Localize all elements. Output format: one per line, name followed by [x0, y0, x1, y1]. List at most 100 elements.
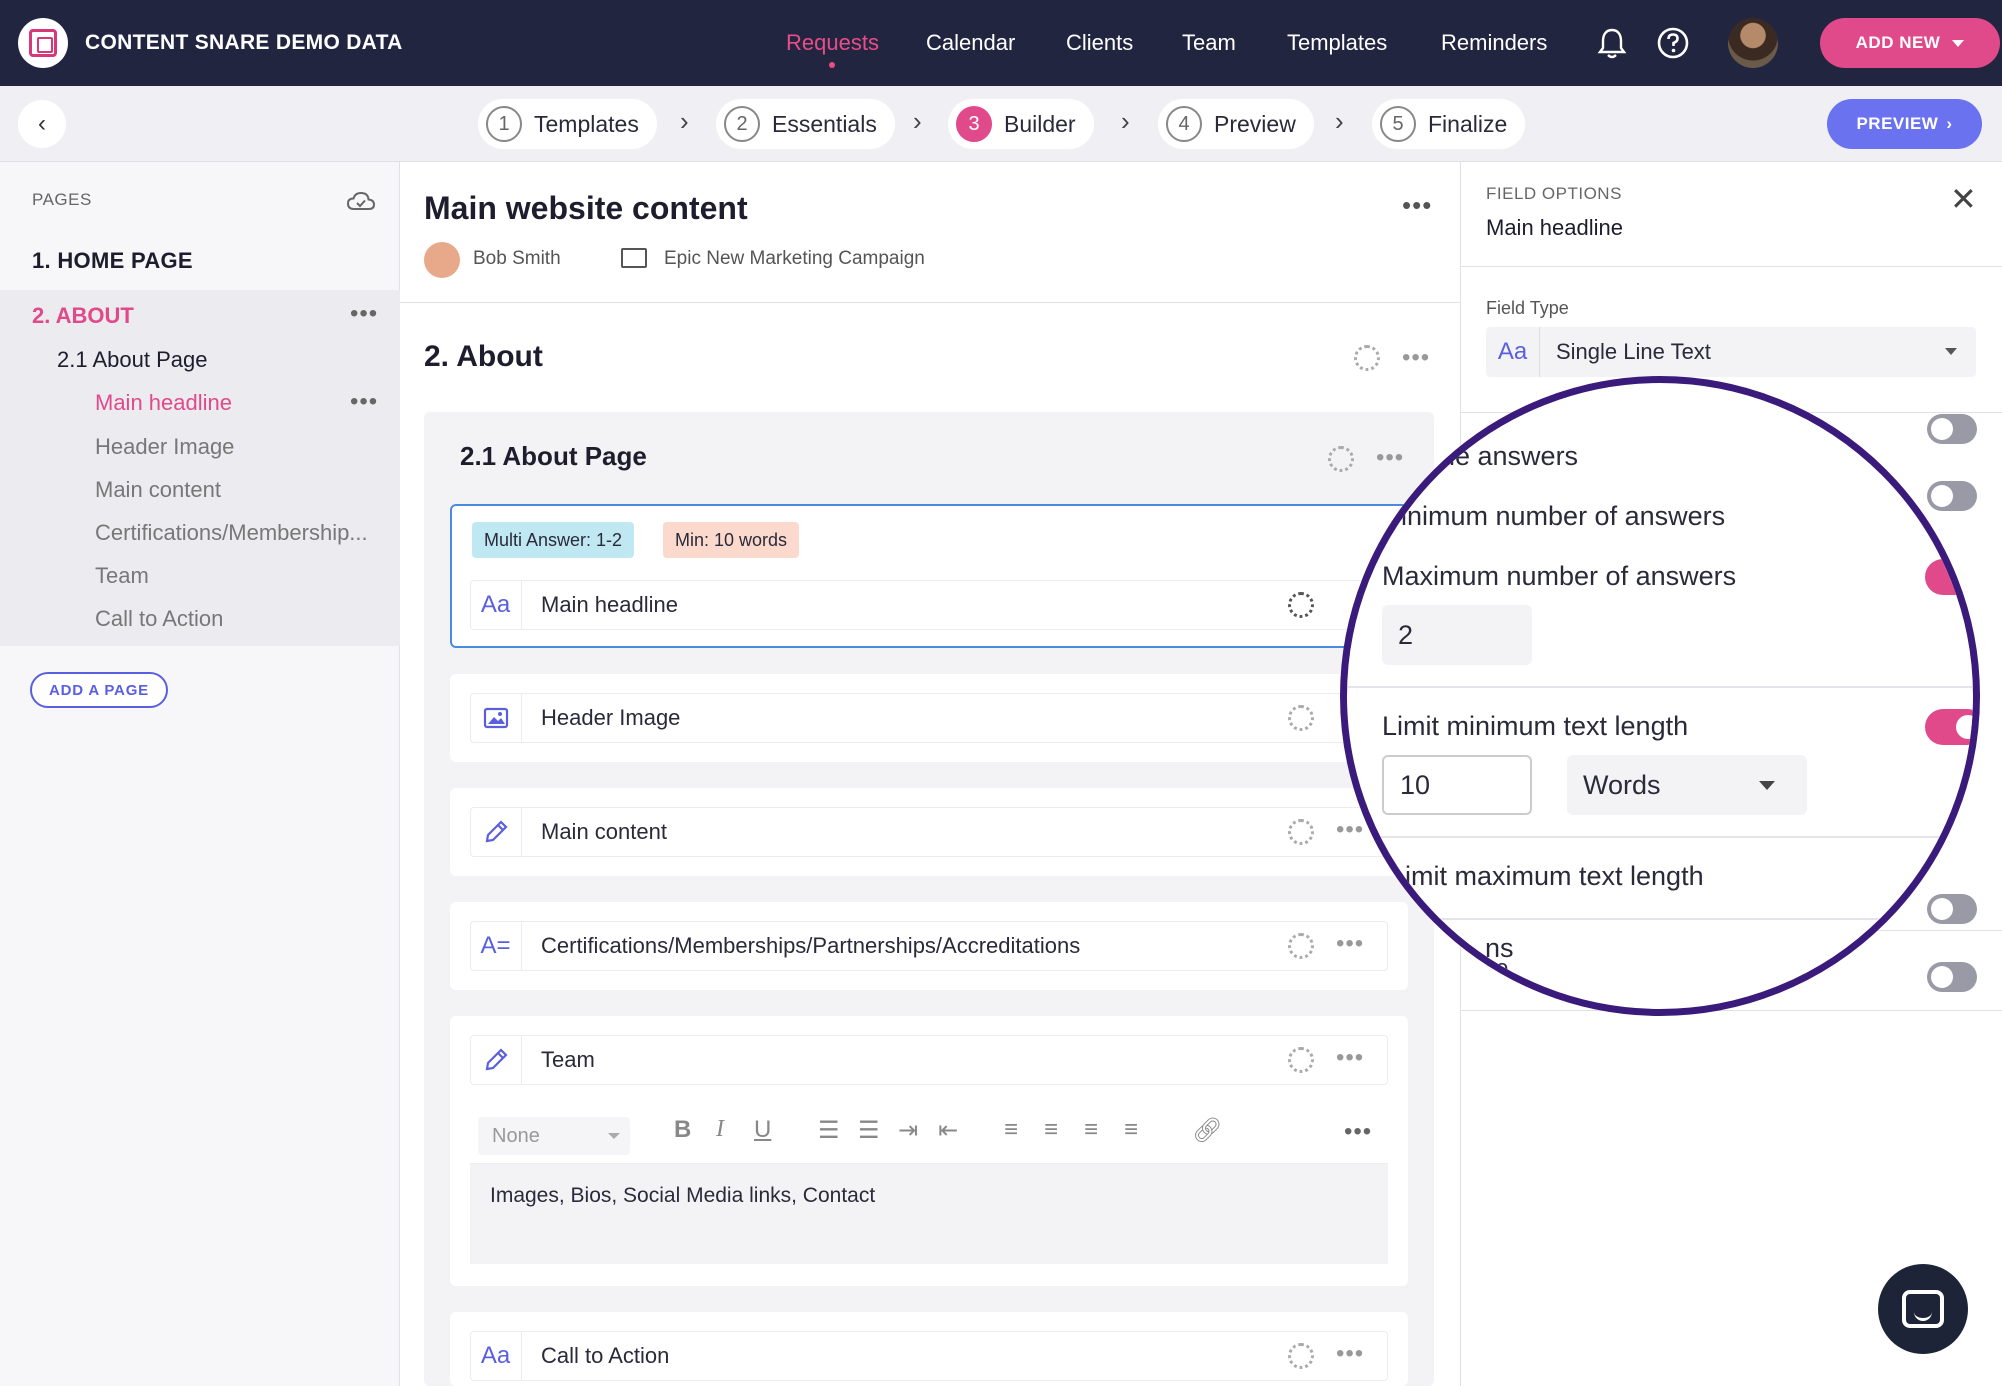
field-label[interactable]: Certifications/Memberships/Partnerships/… — [541, 933, 1080, 959]
rich-text-content: Images, Bios, Social Media links, Contac… — [490, 1184, 876, 1207]
add-new-button[interactable]: ADD NEW — [1820, 18, 2000, 68]
gear-icon[interactable] — [1288, 1047, 1314, 1073]
more-options-icon[interactable]: ••• — [1336, 1044, 1364, 1072]
max-answers-input[interactable]: 2 — [1382, 605, 1532, 665]
align-left-icon[interactable]: ≡ — [1004, 1116, 1018, 1144]
field-label[interactable]: Call to Action — [541, 1343, 669, 1369]
rich-text-area[interactable] — [470, 1164, 1388, 1264]
user-avatar[interactable] — [1728, 18, 1778, 68]
sidebar-field-call-to-action[interactable]: Call to Action — [95, 606, 223, 632]
image-icon — [470, 693, 522, 743]
nav-calendar[interactable]: Calendar — [926, 0, 1015, 86]
multi-answer-tag: Multi Answer: 1-2 — [472, 522, 635, 558]
pencil-icon — [470, 807, 522, 857]
divider — [1347, 686, 1973, 688]
chevron-right-icon: › — [1946, 114, 1953, 133]
sidebar-field-main-content[interactable]: Main content — [95, 477, 221, 503]
step-builder[interactable]: 3 Builder — [948, 99, 1094, 149]
gear-icon[interactable] — [1288, 933, 1314, 959]
more-options-icon[interactable]: ••• — [350, 300, 378, 328]
italic-icon[interactable]: I — [716, 1116, 724, 1143]
step-label: Templates — [534, 110, 639, 137]
sidebar-field-header-image[interactable]: Header Image — [95, 434, 234, 460]
nav-templates[interactable]: Templates — [1287, 0, 1387, 86]
caret-down-icon — [1945, 348, 1957, 355]
max-answers-toggle[interactable] — [1925, 559, 1973, 595]
bold-icon[interactable]: B — [674, 1116, 691, 1144]
step-number: 2 — [724, 106, 760, 142]
more-options-icon[interactable]: ••• — [1336, 1340, 1364, 1368]
nav-reminders[interactable]: Reminders — [1441, 0, 1547, 86]
step-number: 1 — [486, 106, 522, 142]
sidebar-field-certifications[interactable]: Certifications/Membership... — [95, 520, 368, 546]
preview-button[interactable]: PREVIEW › — [1827, 99, 1982, 149]
step-label: Finalize — [1428, 110, 1508, 137]
field-input[interactable] — [470, 1035, 1388, 1085]
link-icon[interactable]: 🔗︎ — [1192, 1116, 1222, 1145]
field-label[interactable]: Main headline — [541, 592, 678, 618]
sidebar-field-main-headline[interactable]: Main headline — [95, 390, 232, 416]
nav-team[interactable]: Team — [1182, 0, 1236, 86]
more-options-icon[interactable]: ••• — [350, 388, 378, 416]
step-preview[interactable]: 4 Preview — [1158, 99, 1314, 149]
limit-min-text-toggle[interactable] — [1925, 709, 1973, 745]
gear-icon[interactable] — [1288, 705, 1314, 731]
gear-icon[interactable] — [1288, 819, 1314, 845]
pages-heading: PAGES — [32, 190, 92, 209]
step-templates[interactable]: 1 Templates — [478, 99, 657, 149]
min-answers-label: inimum number of answers — [1401, 501, 1726, 531]
more-options-icon[interactable]: ••• — [1336, 930, 1364, 958]
outdent-icon[interactable]: ⇤ — [938, 1116, 958, 1145]
sidebar-page-home[interactable]: 1. HOME PAGE — [32, 248, 193, 274]
sidebar-page-about[interactable]: 2. ABOUT — [32, 303, 134, 329]
add-page-button[interactable]: ADD A PAGE — [30, 672, 168, 708]
field-label[interactable]: Team — [541, 1047, 595, 1073]
toggle-switch[interactable] — [1927, 414, 1977, 444]
step-number: 4 — [1166, 106, 1202, 142]
back-button[interactable]: ‹ — [18, 100, 66, 148]
min-text-input[interactable]: 10 — [1382, 755, 1532, 815]
divider — [1460, 1010, 2002, 1011]
sidebar-field-team[interactable]: Team — [95, 563, 149, 589]
gear-icon[interactable] — [1288, 1343, 1314, 1369]
field-label[interactable]: Main content — [541, 819, 667, 845]
chevron-right-icon: › — [913, 106, 922, 136]
close-icon[interactable]: ✕ — [1950, 180, 1977, 218]
gear-icon[interactable] — [1354, 345, 1380, 371]
more-options-icon[interactable]: ••• — [1336, 816, 1364, 844]
bell-icon[interactable] — [1593, 24, 1631, 62]
text-type-icon: Aa — [470, 1331, 522, 1381]
numbered-list-icon[interactable]: ☰ — [858, 1116, 880, 1145]
step-label: Essentials — [772, 110, 877, 137]
caret-down-icon — [1759, 781, 1775, 790]
more-options-icon[interactable]: ••• — [1376, 444, 1404, 472]
align-center-icon[interactable]: ≡ — [1044, 1116, 1058, 1144]
bullet-list-icon[interactable]: ☰ — [818, 1116, 840, 1145]
field-options-heading: FIELD OPTIONS — [1486, 184, 1622, 203]
gear-icon[interactable] — [1328, 446, 1354, 472]
request-title: Main website content — [424, 190, 748, 226]
cloud-saved-icon — [346, 191, 376, 210]
sidebar-subpage-about[interactable]: 2.1 About Page — [57, 347, 207, 373]
align-justify-icon[interactable]: ≡ — [1124, 1116, 1138, 1144]
underline-icon[interactable]: U — [754, 1116, 771, 1144]
help-icon[interactable] — [1654, 24, 1692, 62]
nav-clients[interactable]: Clients — [1066, 0, 1133, 86]
app-logo-icon[interactable] — [18, 18, 68, 68]
divider — [1347, 918, 1973, 920]
indent-icon[interactable]: ⇥ — [898, 1116, 918, 1145]
gear-icon[interactable] — [1288, 592, 1314, 618]
nav-requests[interactable]: Requests — [786, 0, 879, 86]
more-options-icon[interactable]: ••• — [1402, 190, 1432, 221]
campaign-name[interactable]: Epic New Marketing Campaign — [664, 248, 925, 270]
align-right-icon[interactable]: ≡ — [1084, 1116, 1098, 1144]
field-label[interactable]: Header Image — [541, 705, 680, 731]
max-answers-label: Maximum number of answers — [1382, 561, 1737, 591]
more-options-icon[interactable]: ••• — [1402, 344, 1430, 372]
toggle-switch[interactable] — [1927, 481, 1977, 511]
more-options-icon[interactable]: ••• — [1344, 1118, 1372, 1146]
step-essentials[interactable]: 2 Essentials — [716, 99, 895, 149]
step-finalize[interactable]: 5 Finalize — [1372, 99, 1526, 149]
chat-launcher-button[interactable] — [1878, 1264, 1968, 1354]
toggle-switch[interactable] — [1927, 962, 1977, 992]
